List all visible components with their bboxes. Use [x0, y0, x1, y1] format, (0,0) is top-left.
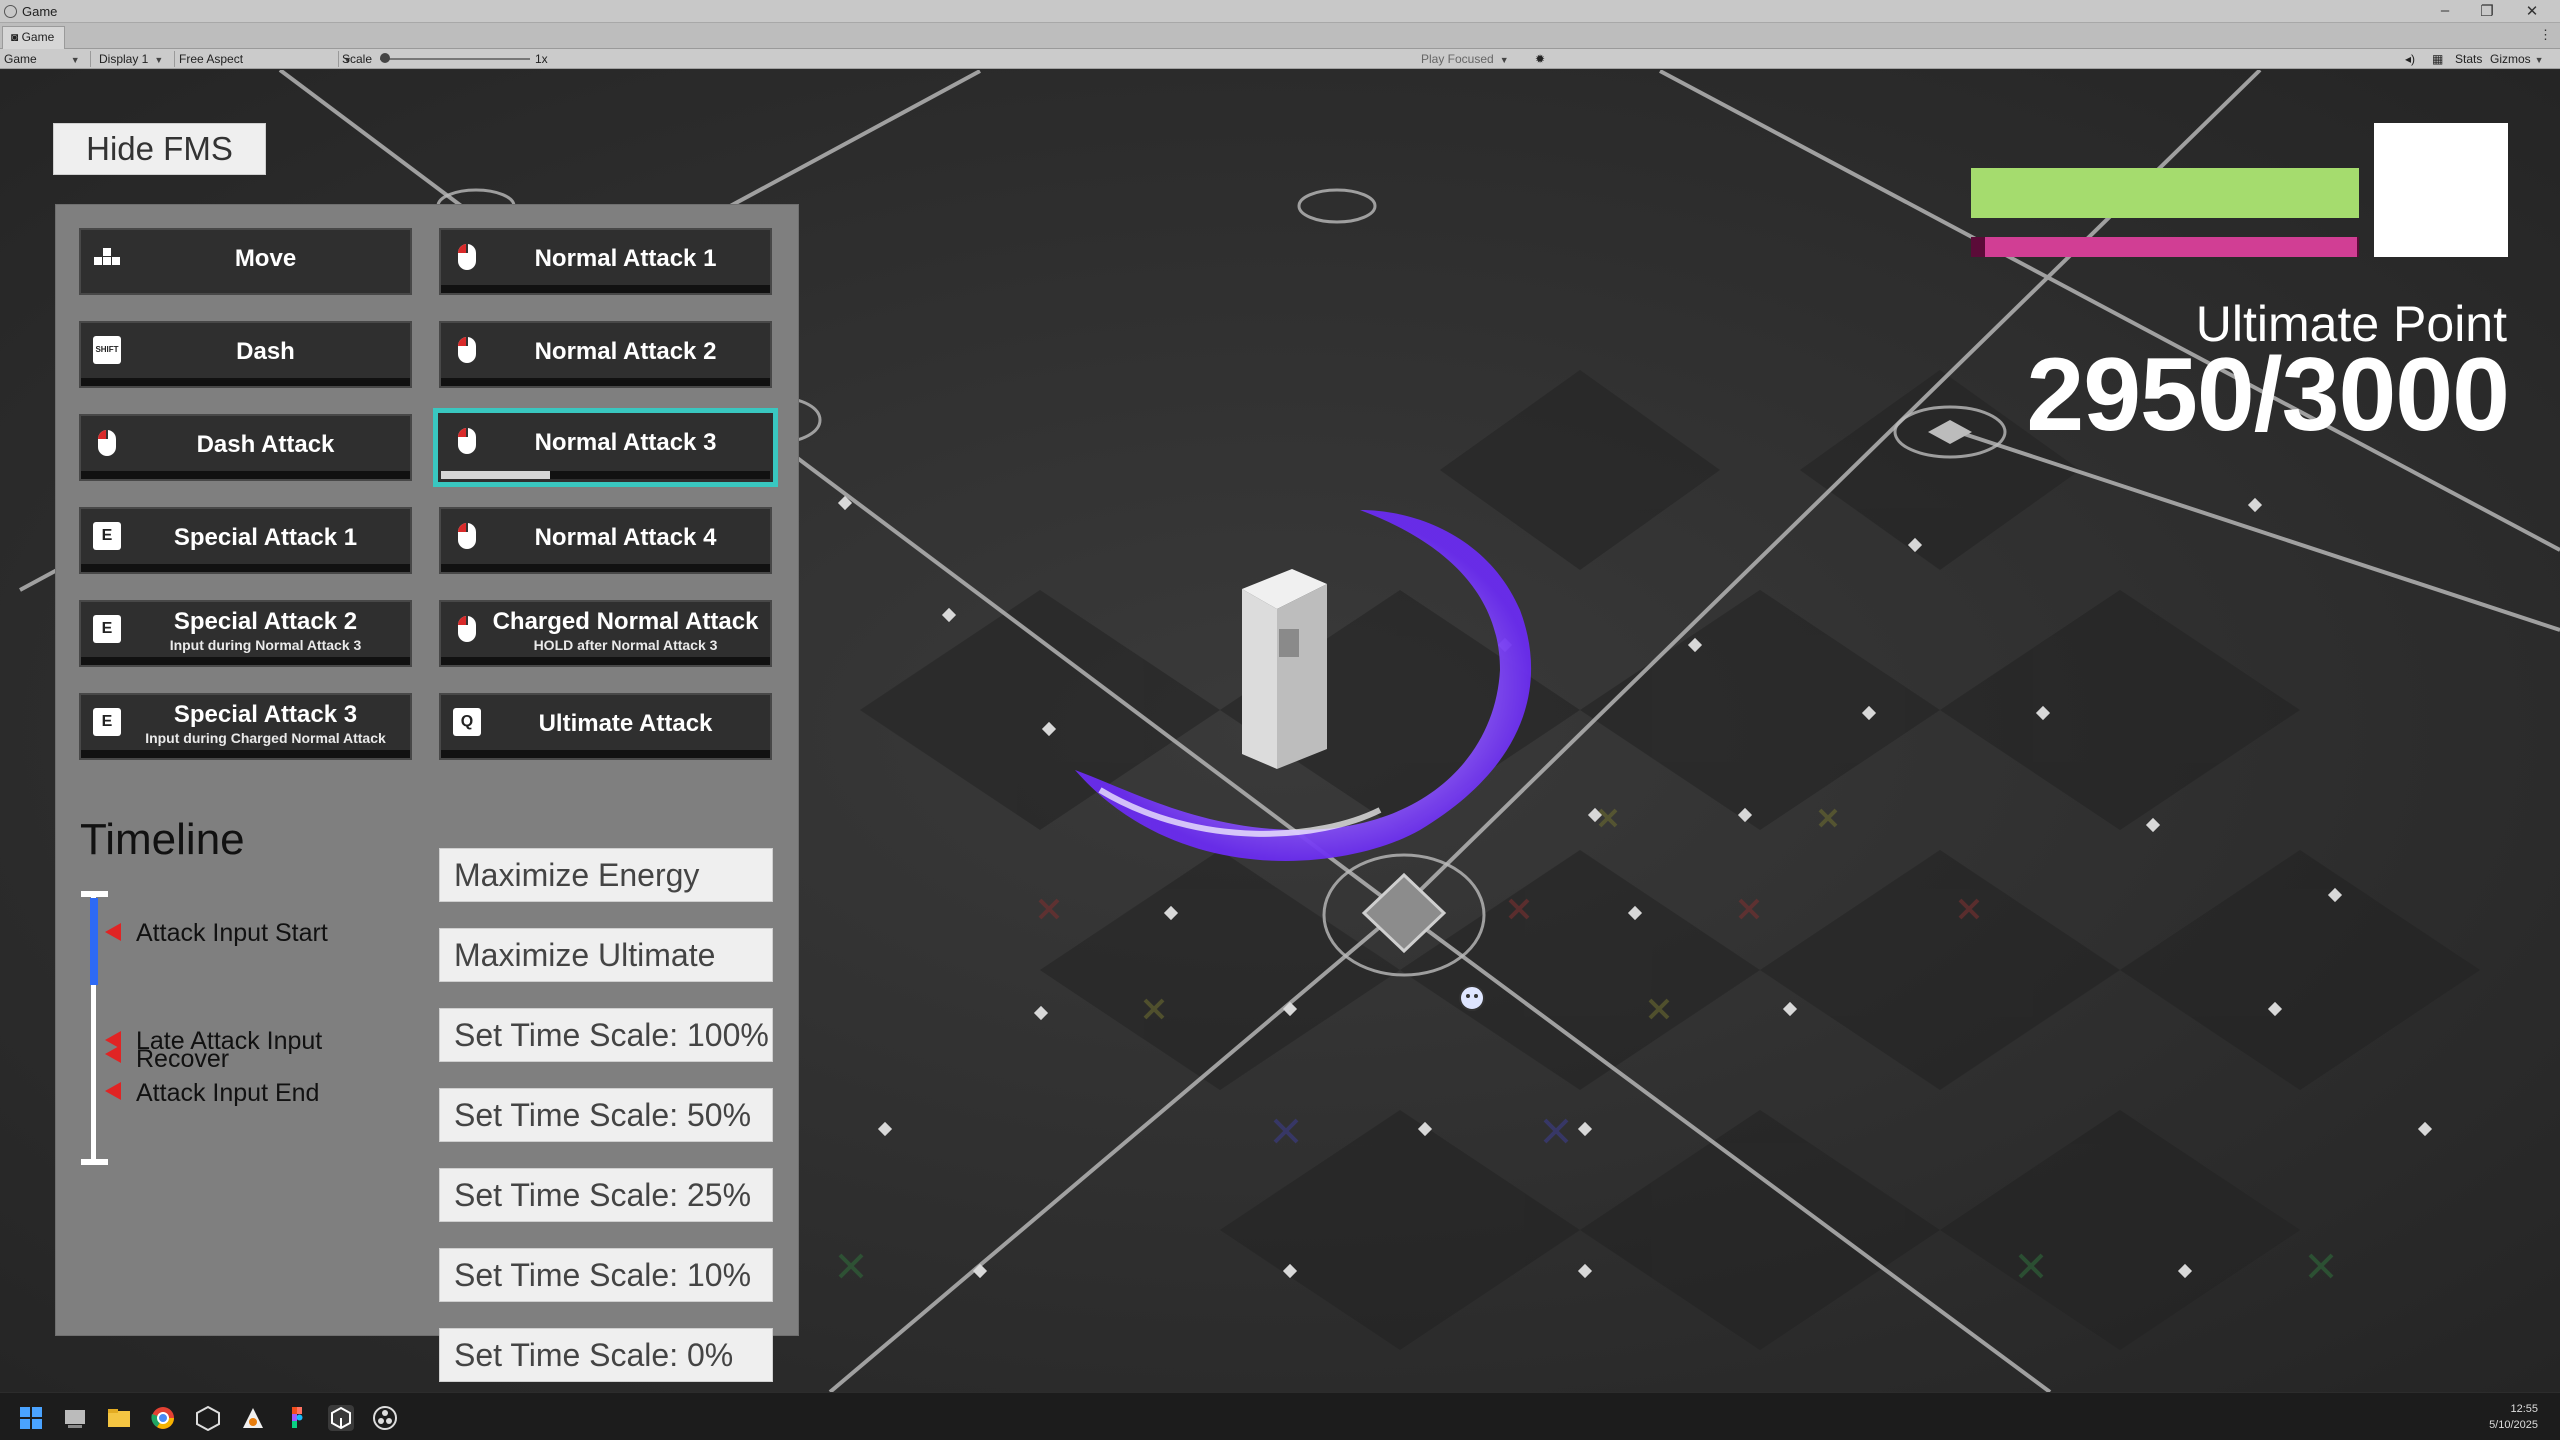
maximize-energy-button[interactable]: Maximize Energy [439, 848, 773, 902]
obs-icon[interactable] [372, 1405, 398, 1431]
timeline-end-cap [81, 1159, 108, 1165]
mouse-left-icon [458, 616, 476, 642]
windows-start-icon[interactable] [18, 1405, 44, 1431]
normal-attack-3-button[interactable]: Normal Attack 3 [433, 408, 778, 487]
health-bar [1971, 168, 2359, 218]
game-view[interactable]: Hide FMS Move SHIFT Dash Dash Attack E S… [0, 70, 2560, 1392]
time-scale-0-button[interactable]: Set Time Scale: 0% [439, 1328, 773, 1382]
window-title: Game [22, 4, 58, 19]
os-taskbar: 12:55 5/10/2025 [0, 1392, 2560, 1440]
game-toolbar: Game ▼ Display 1 ▼ Free Aspect ▼ Scale 1x P… [0, 49, 2560, 69]
special-attack-2-button[interactable]: E Special Attack 2 Input during Normal A… [79, 600, 412, 667]
time-scale-100-button[interactable]: Set Time Scale: 100% [439, 1008, 773, 1062]
normal-attack-3-progress [441, 471, 770, 479]
time-scale-50-button[interactable]: Set Time Scale: 50% [439, 1088, 773, 1142]
mouse-left-icon [98, 430, 116, 456]
shift-key-icon: SHIFT [93, 336, 121, 364]
energy-bar-fill [1985, 237, 2357, 257]
debug-icon[interactable]: ✹ [1535, 52, 1545, 66]
chrome-icon[interactable] [150, 1405, 176, 1431]
file-explorer-icon[interactable] [106, 1405, 132, 1431]
minimize-icon[interactable]: – [2430, 2, 2460, 19]
time-scale-25-button[interactable]: Set Time Scale: 25% [439, 1168, 773, 1222]
mouse-cursor-icon [1459, 985, 1485, 1011]
q-key-icon: Q [453, 708, 481, 736]
unity-icon [4, 5, 17, 18]
fms-panel: Move SHIFT Dash Dash Attack E Special At… [55, 204, 799, 1382]
display-dropdown[interactable]: Display 1 ▼ [99, 52, 163, 66]
tab-bar: ◙ Game ⋮ [0, 23, 2560, 49]
player-character [1242, 569, 1327, 769]
e-key-icon: E [93, 708, 121, 736]
scale-slider[interactable] [380, 58, 530, 60]
tab-game[interactable]: ◙ Game [2, 26, 66, 49]
e-key-icon: E [93, 615, 121, 643]
gizmos-button[interactable]: Gizmos ▼ [2490, 52, 2544, 66]
clock-time: 12:55 [2510, 1403, 2538, 1415]
move-icon [94, 248, 120, 265]
restore-icon[interactable]: ❐ [2472, 2, 2502, 20]
dash-button[interactable]: SHIFT Dash [79, 321, 412, 388]
scale-slider-handle[interactable] [380, 53, 390, 63]
unity-hub-icon[interactable] [195, 1405, 221, 1431]
stats-button[interactable]: Stats [2455, 52, 2482, 66]
attack-input-end-label: Attack Input End [136, 1079, 320, 1107]
dash-attack-button[interactable]: Dash Attack [79, 414, 412, 481]
special-attack-3-button[interactable]: E Special Attack 3 Input during Charged … [79, 693, 412, 760]
normal-attack-2-button[interactable]: Normal Attack 2 [439, 321, 772, 388]
maximize-ultimate-button[interactable]: Maximize Ultimate [439, 928, 773, 982]
layout-icon[interactable]: ▦ [2432, 52, 2443, 66]
special-attack-1-button[interactable]: E Special Attack 1 [79, 507, 412, 574]
unity-editor-icon[interactable] [328, 1405, 354, 1431]
hide-fms-button[interactable]: Hide FMS [53, 123, 266, 175]
mouse-left-icon [458, 337, 476, 363]
scale-value: 1x [535, 52, 548, 66]
timeline-progress [90, 898, 98, 985]
attack-input-end-marker [105, 1082, 121, 1100]
timeline-title: Timeline [80, 815, 245, 864]
progress-fill [441, 471, 550, 479]
normal-attack-4-button[interactable]: Normal Attack 4 [439, 507, 772, 574]
charged-normal-attack-button[interactable]: Charged Normal Attack HOLD after Normal … [439, 600, 772, 667]
recover-label: Recover [136, 1045, 230, 1073]
gamepad-icon: ◙ [11, 30, 19, 44]
mouse-left-icon [458, 523, 476, 549]
window-titlebar: Game – ❐ ✕ [0, 0, 2560, 23]
move-button[interactable]: Move [79, 228, 412, 295]
scale-label: Scale [342, 52, 373, 66]
normal-attack-1-button[interactable]: Normal Attack 1 [439, 228, 772, 295]
clock-date: 5/10/2025 [2489, 1419, 2538, 1431]
more-options-icon[interactable]: ⋮ [2539, 27, 2552, 43]
close-icon[interactable]: ✕ [2517, 2, 2547, 20]
ultimate-attack-button[interactable]: Q Ultimate Attack [439, 693, 772, 760]
time-scale-10-button[interactable]: Set Time Scale: 10% [439, 1248, 773, 1302]
e-key-icon: E [93, 522, 121, 550]
figma-icon[interactable] [284, 1405, 310, 1431]
ultimate-point-value: 2950/3000 [2026, 337, 2510, 453]
mute-audio-icon[interactable]: ◂) [2405, 52, 2415, 66]
character-portrait [2374, 123, 2508, 257]
recover-marker [105, 1045, 121, 1063]
blender-icon[interactable] [240, 1405, 266, 1431]
attack-input-start-label: Attack Input Start [136, 919, 328, 947]
view-dropdown[interactable]: Game ▼ [4, 52, 80, 66]
play-mode-dropdown[interactable]: Play Focused ▼ [1421, 52, 1509, 66]
aspect-dropdown[interactable]: Free Aspect ▼ [179, 52, 352, 66]
timeline-start-cap [81, 891, 108, 897]
attack-input-start-marker [105, 923, 121, 941]
system-clock[interactable]: 12:55 5/10/2025 [2489, 1401, 2538, 1433]
task-view-icon[interactable] [62, 1405, 88, 1431]
mouse-left-icon [458, 244, 476, 270]
